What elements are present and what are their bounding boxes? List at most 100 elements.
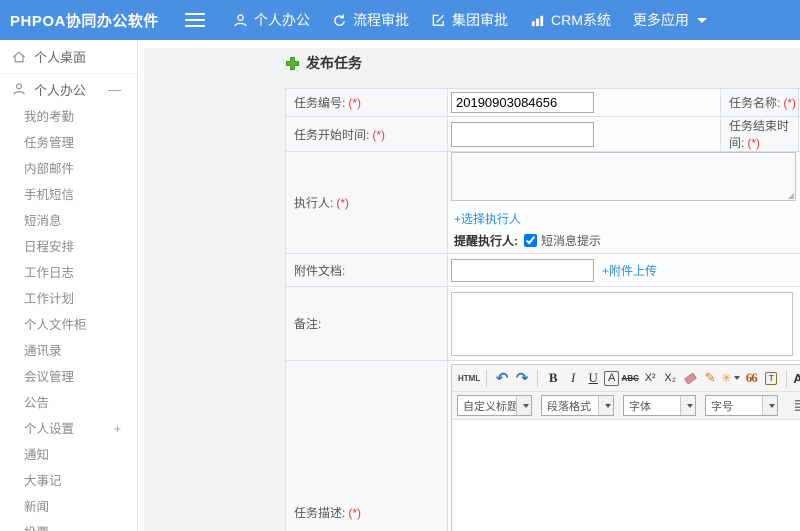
top-navbar: PHPOA协同办公软件 个人办公 流程审批 集团审批 CRM系统 更多应用: [0, 0, 800, 40]
rich-text-editor: HTML ↶ ↷ B I U A ABC X² X₂ ✎ ✳ 66 T A 自定…: [451, 364, 800, 531]
toolbar-separator: [537, 369, 539, 387]
format-brush-icon[interactable]: ✎: [701, 368, 719, 388]
attachment-label: 附件文档:: [294, 263, 346, 278]
bar-chart-icon: [531, 15, 544, 26]
custom-title-dropdown[interactable]: 自定义标题: [457, 395, 532, 416]
highlight-color-icon[interactable]: ✳: [721, 368, 741, 388]
required-mark: (*): [747, 136, 761, 150]
nav-more-apps[interactable]: 更多应用: [633, 10, 707, 30]
toolbar-separator: [786, 369, 788, 387]
sidebar-item-desktop[interactable]: 个人桌面: [0, 40, 137, 74]
nav-crm-system[interactable]: CRM系统: [530, 10, 611, 30]
top-nav: 个人办公 流程审批 集团审批 CRM系统 更多应用: [233, 10, 729, 30]
font-color-button[interactable]: A: [793, 368, 800, 388]
required-mark: (*): [348, 96, 362, 110]
task-name-label: 任务名称:: [729, 96, 781, 110]
edit-icon: [432, 14, 445, 26]
main-content: 发布任务 任务编号:(*) 任务名称:(*) 任务开始时间:(*) 任务结束时间…: [144, 48, 800, 531]
font-family-dropdown[interactable]: 字体: [623, 395, 696, 416]
sidebar-item-vote[interactable]: 投票: [0, 520, 137, 531]
blockquote-button[interactable]: 66: [742, 368, 760, 388]
publish-task-form: 发布任务 任务编号:(*) 任务名称:(*) 任务开始时间:(*) 任务结束时间…: [285, 52, 800, 531]
underline-button[interactable]: U: [584, 368, 602, 388]
row-task-number: 任务编号:(*) 任务名称:(*): [285, 88, 800, 117]
note-label: 备注:: [294, 317, 322, 331]
executor-textarea[interactable]: [451, 152, 796, 201]
start-time-input[interactable]: [451, 121, 594, 147]
italic-button[interactable]: I: [564, 368, 582, 388]
sidebar: 个人桌面 个人办公 — 我的考勤 任务管理 内部邮件 手机短信 短消息 日程安排…: [0, 40, 138, 531]
paste-text-icon[interactable]: T: [762, 368, 780, 388]
nav-personal-office[interactable]: 个人办公: [233, 10, 310, 30]
sidebar-item-schedule[interactable]: 日程安排: [0, 234, 137, 260]
row-note: 备注:: [285, 286, 800, 361]
sidebar-item-personal-settings[interactable]: 个人设置 +: [0, 416, 137, 442]
add-icon: [285, 56, 300, 70]
editor-toolbar-1: HTML ↶ ↷ B I U A ABC X² X₂ ✎ ✳ 66 T A: [452, 365, 800, 392]
font-size-dropdown[interactable]: 字号: [705, 395, 778, 416]
sidebar-item-file-cabinet[interactable]: 个人文件柜: [0, 312, 137, 338]
workflow-icon: [334, 13, 345, 26]
task-number-input[interactable]: [451, 92, 594, 113]
sidebar-item-task-management[interactable]: 任务管理: [0, 130, 137, 156]
sidebar-item-work-plan[interactable]: 工作计划: [0, 286, 137, 312]
html-source-button[interactable]: HTML: [458, 368, 480, 388]
page-title: 发布任务: [285, 52, 800, 74]
bold-button[interactable]: B: [544, 368, 562, 388]
paragraph-format-dropdown[interactable]: 段落格式: [541, 395, 614, 416]
description-label: 任务描述:: [294, 506, 346, 520]
caret-down-icon: [734, 376, 741, 380]
upload-attachment-link[interactable]: +附件上传: [602, 262, 657, 279]
row-executor: 执行人: (*) ◢ +选择执行人 提醒执行人: 短消息提示: [285, 151, 800, 254]
expand-icon[interactable]: +: [114, 416, 121, 442]
toolbar-separator: [486, 369, 488, 387]
sms-remind-checkbox[interactable]: [524, 234, 537, 247]
sidebar-item-news[interactable]: 新闻: [0, 494, 137, 520]
sidebar-item-announcement[interactable]: 公告: [0, 390, 137, 416]
nav-workflow-approval[interactable]: 流程审批: [332, 10, 409, 30]
caret-down-icon: [522, 403, 529, 408]
note-textarea[interactable]: [451, 291, 793, 356]
sidebar-item-attendance[interactable]: 我的考勤: [0, 104, 137, 130]
start-time-label: 任务开始时间:: [294, 127, 370, 142]
align-left-icon[interactable]: [795, 400, 800, 411]
sidebar-item-work-log[interactable]: 工作日志: [0, 260, 137, 286]
row-attachment: 附件文档: +附件上传: [285, 253, 800, 287]
user-icon: [13, 83, 25, 95]
undo-icon[interactable]: ↶: [493, 368, 511, 388]
strikethrough-button[interactable]: ABC: [621, 368, 639, 388]
sms-remind-label: 短消息提示: [541, 234, 602, 248]
sidebar-item-short-message[interactable]: 短消息: [0, 208, 137, 234]
eraser-icon[interactable]: [681, 368, 699, 388]
sidebar-item-milestones[interactable]: 大事记: [0, 468, 137, 494]
alignment-group: [791, 400, 800, 411]
sidebar-item-meeting[interactable]: 会议管理: [0, 364, 137, 390]
editor-toolbar-2: 自定义标题 段落格式 字体 字号: [452, 392, 800, 420]
sidebar-item-notice[interactable]: 通知: [0, 442, 137, 468]
caret-down-icon: [604, 403, 611, 408]
sidebar-menu: 我的考勤 任务管理 内部邮件 手机短信 短消息 日程安排 工作日志 工作计划 个…: [0, 104, 137, 531]
remind-executor-label: 提醒执行人:: [454, 234, 518, 248]
select-executor-link[interactable]: +选择执行人: [454, 212, 521, 226]
sidebar-group-personal-office[interactable]: 个人办公 —: [0, 74, 137, 104]
menu-toggle-icon[interactable]: [185, 13, 205, 27]
caret-down-icon: [696, 17, 707, 23]
editor-content-area[interactable]: [452, 420, 800, 531]
task-form-table: 任务编号:(*) 任务名称:(*) 任务开始时间:(*) 任务结束时间:(*) …: [285, 88, 800, 531]
app-window: PHPOA协同办公软件 个人办公 流程审批 集团审批 CRM系统 更多应用 个人…: [0, 0, 800, 531]
font-style-button[interactable]: A: [604, 370, 620, 386]
app-logo: PHPOA协同办公软件: [10, 12, 159, 30]
attachment-input[interactable]: [451, 258, 594, 282]
redo-icon[interactable]: ↷: [513, 368, 531, 388]
sidebar-item-sms[interactable]: 手机短信: [0, 182, 137, 208]
caret-down-icon: [768, 403, 775, 408]
row-task-time: 任务开始时间: (*) 任务结束时间: (*): [285, 116, 800, 152]
sidebar-item-contacts[interactable]: 通讯录: [0, 338, 137, 364]
superscript-button[interactable]: X²: [641, 368, 659, 388]
caret-down-icon: [686, 403, 693, 408]
subscript-button[interactable]: X₂: [661, 368, 679, 388]
collapse-icon[interactable]: —: [108, 82, 121, 97]
nav-group-approval[interactable]: 集团审批: [431, 10, 508, 30]
required-mark: (*): [372, 127, 386, 142]
sidebar-item-internal-mail[interactable]: 内部邮件: [0, 156, 137, 182]
